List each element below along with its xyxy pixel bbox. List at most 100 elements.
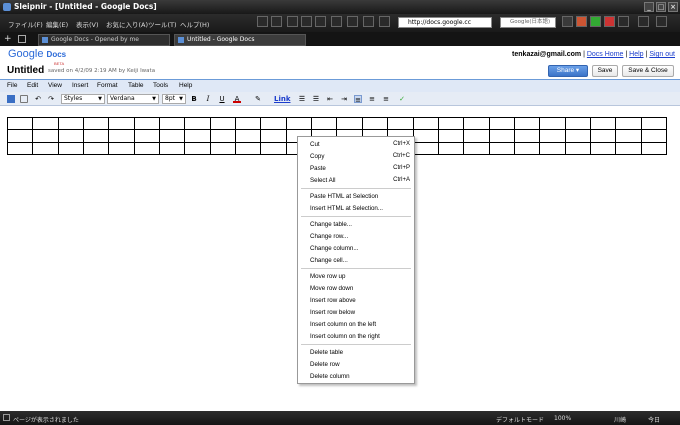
table-cell[interactable] <box>437 116 465 131</box>
help-link[interactable]: Help <box>629 51 643 58</box>
context-menu-item[interactable]: Delete column <box>310 373 350 380</box>
table-cell[interactable] <box>83 141 110 155</box>
table-cell[interactable] <box>260 116 287 131</box>
save-icon[interactable] <box>7 95 15 103</box>
outdent-icon[interactable]: ⇤ <box>326 95 334 103</box>
document-title[interactable]: Untitled <box>7 65 44 76</box>
redo-icon[interactable]: ↷ <box>47 95 55 103</box>
tab-list-icon[interactable] <box>18 35 26 43</box>
table-cell[interactable] <box>6 129 34 143</box>
menu-view-docs[interactable]: View <box>48 82 62 89</box>
menu-edit-docs[interactable]: Edit <box>27 82 38 89</box>
align-center-icon[interactable]: ≡ <box>368 95 376 103</box>
maximize-button[interactable]: □ <box>656 2 666 12</box>
table-cell[interactable] <box>589 116 617 131</box>
context-menu-item[interactable]: Copy <box>310 153 324 160</box>
table-cell[interactable] <box>209 129 237 143</box>
table-cell[interactable] <box>57 129 85 143</box>
table-cell[interactable] <box>589 129 617 143</box>
table-cell[interactable] <box>589 141 617 155</box>
table-cell[interactable] <box>539 141 566 155</box>
window-icon[interactable] <box>379 16 390 27</box>
table-cell[interactable] <box>57 116 85 131</box>
table-cell[interactable] <box>260 141 287 155</box>
italic-button[interactable]: I <box>204 95 212 103</box>
table-cell[interactable] <box>463 141 490 155</box>
table-cell[interactable] <box>57 141 85 155</box>
table-cell[interactable] <box>260 129 287 143</box>
context-menu-item[interactable]: Change table... <box>310 221 352 228</box>
menu-favorites[interactable]: お気に入り(A) <box>106 19 148 29</box>
font-size-select[interactable]: 8pt ▼ <box>162 94 186 104</box>
table-cell[interactable] <box>108 129 135 143</box>
new-tab-icon[interactable]: + <box>4 35 12 44</box>
close-window-button[interactable]: × <box>668 2 678 12</box>
table-cell[interactable] <box>615 129 642 143</box>
context-menu-item[interactable]: Change column... <box>310 245 359 252</box>
stop-icon[interactable] <box>287 16 298 27</box>
menu-format[interactable]: Format <box>97 82 118 89</box>
spellcheck-icon[interactable]: ✓ <box>398 95 406 103</box>
table-cell[interactable] <box>184 141 211 155</box>
context-menu-item[interactable]: Insert row below <box>310 309 355 316</box>
table-cell[interactable] <box>437 141 465 155</box>
context-menu-item[interactable]: Paste HTML at Selection <box>310 193 378 200</box>
minimize-button[interactable]: _ <box>644 2 654 12</box>
print-icon[interactable] <box>20 95 28 103</box>
align-left-icon[interactable]: ≡ <box>354 95 362 104</box>
bold-button[interactable]: B <box>190 95 198 103</box>
table-cell[interactable] <box>412 116 439 131</box>
context-menu-item[interactable]: Insert column on the right <box>310 333 380 340</box>
feed-icon[interactable] <box>576 16 587 27</box>
table-cell[interactable] <box>235 116 262 131</box>
align-right-icon[interactable]: ≡ <box>382 95 390 103</box>
table-cell[interactable] <box>133 141 161 155</box>
table-cell[interactable] <box>209 141 237 155</box>
docs-home-link[interactable]: Docs Home <box>587 51 624 58</box>
search-input[interactable]: Google(日本語) <box>500 17 556 28</box>
table-cell[interactable] <box>32 141 59 155</box>
context-menu-item[interactable]: Delete table <box>310 349 343 356</box>
context-menu-item[interactable]: Paste <box>310 165 326 172</box>
table-cell[interactable] <box>564 129 591 143</box>
table-cell[interactable] <box>133 116 161 131</box>
tile-icon[interactable] <box>331 16 342 27</box>
table-cell[interactable] <box>159 116 186 131</box>
context-menu-item[interactable]: Move row up <box>310 273 345 280</box>
context-menu-item[interactable]: Cut <box>310 141 320 148</box>
numbered-list-icon[interactable]: ☰ <box>298 95 306 103</box>
table-cell[interactable] <box>564 141 591 155</box>
back-icon[interactable] <box>257 16 268 27</box>
share-button[interactable]: Share ▾ <box>548 65 588 77</box>
table-cell[interactable] <box>564 116 591 131</box>
table-cell[interactable] <box>539 116 566 131</box>
menu-file-docs[interactable]: File <box>7 82 17 89</box>
menu-help-docs[interactable]: Help <box>179 82 192 89</box>
table-cell[interactable] <box>184 129 211 143</box>
context-menu-item[interactable]: Delete row <box>310 361 340 368</box>
table-cell[interactable] <box>539 129 566 143</box>
table-cell[interactable] <box>235 129 262 143</box>
menu-tools-docs[interactable]: Tools <box>153 82 168 89</box>
table-cell[interactable] <box>387 116 414 131</box>
forward-icon[interactable] <box>271 16 282 27</box>
table-cell[interactable] <box>159 141 186 155</box>
table-cell[interactable] <box>83 129 110 143</box>
table-cell[interactable] <box>488 116 515 131</box>
indent-icon[interactable]: ⇥ <box>340 95 348 103</box>
search-go-icon[interactable] <box>562 16 573 27</box>
table-cell[interactable] <box>412 129 439 143</box>
sign-out-link[interactable]: Sign out <box>649 51 675 58</box>
link-button[interactable]: Link <box>274 95 291 103</box>
table-cell[interactable] <box>463 116 490 131</box>
table-cell[interactable] <box>6 141 34 155</box>
table-cell[interactable] <box>640 141 668 155</box>
table-cell[interactable] <box>437 129 465 143</box>
table-cell[interactable] <box>640 129 668 143</box>
tab-google-docs-list[interactable]: Google Docs - Opened by me <box>38 34 170 46</box>
table-cell[interactable] <box>108 141 135 155</box>
table-cell[interactable] <box>235 141 262 155</box>
menu-view[interactable]: 表示(V) <box>76 19 99 29</box>
undo-icon[interactable]: ↶ <box>34 95 42 103</box>
tab-untitled[interactable]: Untitled - Google Docs <box>174 34 306 46</box>
